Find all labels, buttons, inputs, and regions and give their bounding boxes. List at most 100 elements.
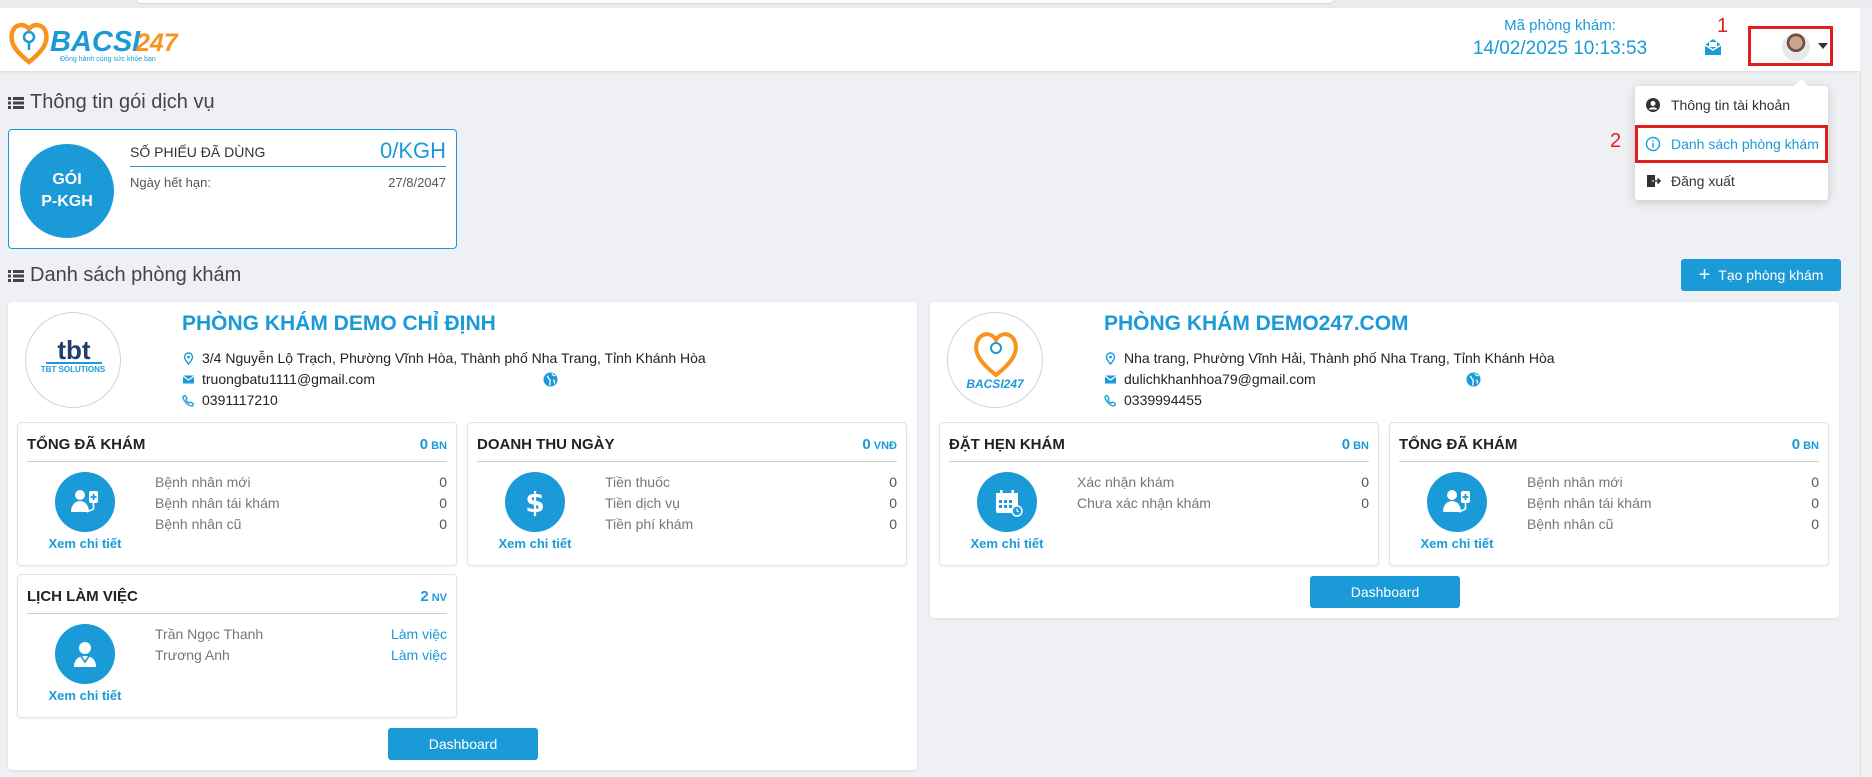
stat-row-value: 0: [889, 516, 897, 532]
stat-number: 0: [862, 436, 871, 453]
dashboard-button[interactable]: Dashboard: [1310, 576, 1460, 608]
stat-row: Chưa xác nhận khám 0: [1077, 495, 1369, 511]
clinic-code-label: Mã phòng khám:: [1504, 17, 1616, 34]
notification-mail-icon[interactable]: [1702, 36, 1724, 58]
stat-unit: NV: [431, 592, 447, 604]
stat-row-value: 0: [439, 516, 447, 532]
map-pin-icon: [1105, 351, 1116, 365]
used-tickets-label: SỐ PHIẾU ĐÃ DÙNG: [130, 144, 266, 160]
clinic-logo: tbt TBT SOLUTIONS: [25, 312, 121, 408]
used-tickets-value: 0/KGH: [379, 138, 446, 163]
stat-row-label: Chưa xác nhận khám: [1077, 495, 1211, 511]
stat-card-daily-revenue: DOANH THU NGÀY 0 VNĐ $ Xem chi tiết Tiền …: [467, 422, 907, 566]
vertical-scrollbar[interactable]: [1860, 72, 1872, 777]
plus-icon: +: [1698, 264, 1711, 286]
expiry-value: 27/8/2047: [388, 175, 446, 190]
clinic-phone: 0339994455: [1104, 392, 1202, 408]
menu-item-label: Danh sách phòng khám: [1671, 136, 1819, 152]
clinic-address: Nha trang, Phường Vĩnh Hải, Thành phố Nh…: [1104, 350, 1555, 366]
browser-top-strip: [0, 0, 1872, 8]
view-details-link[interactable]: Xem chi tiết: [488, 536, 582, 551]
top-header: BACSI 247 Đồng hành cùng sức khỏe bạn Mã…: [0, 8, 1860, 72]
phone-icon: [1104, 394, 1117, 407]
dashboard-button[interactable]: Dashboard: [388, 728, 538, 760]
stat-card-total-examined: TỔNG ĐÃ KHÁM 0 BN Xem chi tiết Bệnh nhân …: [17, 422, 457, 566]
clinic-phone-text: 0339994455: [1124, 392, 1202, 408]
stat-row-value: 0: [1811, 474, 1819, 490]
stat-row-value: Làm việc: [390, 626, 447, 642]
clinic-email: truongbatu1111@gmail.com: [182, 371, 375, 387]
stat-row-value: 0: [439, 474, 447, 490]
stat-row: Tiền phí khám 0: [605, 516, 897, 532]
package-badge-line1: GÓI: [52, 171, 82, 188]
view-details-link[interactable]: Xem chi tiết: [38, 688, 132, 703]
stat-row-value: 0: [439, 495, 447, 511]
package-section-title: Thông tin gói dịch vụ: [8, 91, 215, 114]
heart-logo-icon: [974, 332, 1018, 378]
view-details-link[interactable]: Xem chi tiết: [38, 536, 132, 551]
dollar-icon[interactable]: $: [505, 472, 565, 532]
tbt-mark: tbt: [57, 335, 91, 365]
clinic-card: tbt TBT SOLUTIONS PHÒNG KHÁM DEMO CHỈ ĐỊ…: [8, 302, 917, 770]
stat-row-value: 0: [889, 495, 897, 511]
stat-row-label: Trần Ngọc Thanh: [155, 626, 264, 642]
user-circle-icon: [1646, 98, 1660, 112]
stat-row: Bệnh nhân cũ 0: [155, 516, 447, 532]
clinic-name[interactable]: PHÒNG KHÁM DEMO247.COM: [1104, 312, 1409, 336]
stat-number: 0: [419, 436, 429, 453]
envelope-icon: [1104, 375, 1117, 383]
clinic-name[interactable]: PHÒNG KHÁM DEMO CHỈ ĐỊNH: [182, 312, 496, 336]
globe-icon[interactable]: [1466, 372, 1481, 387]
stat-number: 2: [420, 588, 429, 605]
menu-item-account-info[interactable]: Thông tin tài khoản: [1635, 88, 1828, 122]
map-pin-icon: [183, 351, 194, 365]
clinic-logo-text: TBT SOLUTIONS: [40, 365, 106, 374]
user-dropdown-menu: Thông tin tài khoản Danh sách phòng khám…: [1635, 79, 1828, 200]
stat-row-value: 0: [1811, 495, 1819, 511]
stat-unit: VNĐ: [873, 440, 897, 452]
calendar-icon[interactable]: [977, 472, 1037, 532]
stat-row-label: Bệnh nhân mới: [1527, 474, 1623, 490]
divider: [1399, 461, 1819, 462]
clinic-logo-text: BACSI247: [966, 377, 1024, 391]
menu-item-clinic-list[interactable]: Danh sách phòng khám: [1635, 125, 1828, 163]
stat-row: Bệnh nhân tái khám 0: [155, 495, 447, 511]
doctor-icon[interactable]: [55, 624, 115, 684]
doctor-patient-icon[interactable]: [55, 472, 115, 532]
package-badge-line2: P-KGH: [41, 193, 93, 210]
clinic-phone-text: 0391117210: [202, 392, 278, 408]
logo-247: 247: [135, 29, 179, 57]
phone-icon: [182, 394, 195, 407]
stat-card-work-schedule: LỊCH LÀM VIỆC 2 NV Xem chi tiết Trần Ngọc…: [17, 574, 457, 718]
menu-item-logout[interactable]: Đăng xuất: [1635, 164, 1828, 198]
stat-row: Tiền dịch vụ 0: [605, 495, 897, 511]
list-icon: [8, 269, 24, 282]
svg-text:$: $: [525, 486, 544, 519]
clinic-email-text: truongbatu1111@gmail.com: [202, 371, 375, 387]
stat-value: 0 VNĐ: [862, 436, 897, 453]
envelope-icon: [182, 375, 195, 383]
globe-icon[interactable]: [543, 372, 558, 387]
stat-row-value: 0: [1361, 495, 1369, 511]
stat-value: 2 NV: [420, 588, 447, 605]
create-clinic-button[interactable]: + Tạo phòng khám: [1681, 259, 1841, 291]
stat-row-label: Tiền thuốc: [605, 474, 670, 490]
stat-row-label: Bệnh nhân cũ: [1527, 516, 1614, 532]
stat-row: Bệnh nhân cũ 0: [1527, 516, 1819, 532]
clinic-email-text: dulichkhanhhoa79@gmail.com: [1124, 371, 1316, 387]
stat-title: ĐẶT HẸN KHÁM: [949, 436, 1065, 453]
info-icon: [1645, 136, 1661, 152]
stat-row-label: Trương Anh: [155, 647, 230, 663]
section-title-text: Danh sách phòng khám: [30, 264, 242, 286]
view-details-link[interactable]: Xem chi tiết: [1410, 536, 1504, 551]
avatar: [1782, 33, 1810, 61]
stat-row-value: 0: [1811, 516, 1819, 532]
stat-unit: BN: [1353, 440, 1369, 452]
view-details-link[interactable]: Xem chi tiết: [960, 536, 1054, 551]
logout-icon: [1647, 175, 1661, 187]
doctor-patient-icon[interactable]: [1427, 472, 1487, 532]
user-menu-toggle[interactable]: [1748, 26, 1833, 66]
divider: [130, 166, 446, 167]
bacsi247-logo[interactable]: BACSI 247 Đồng hành cùng sức khỏe bạn: [8, 16, 208, 70]
divider: [949, 461, 1369, 462]
